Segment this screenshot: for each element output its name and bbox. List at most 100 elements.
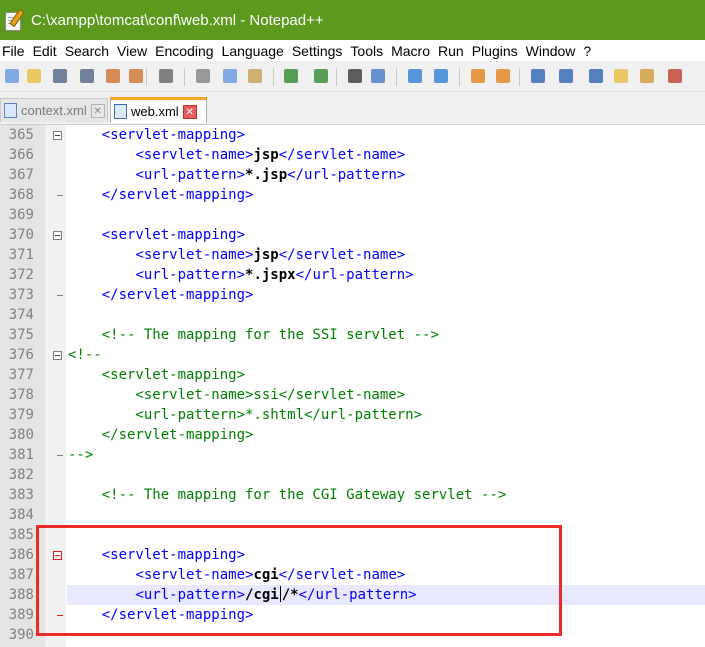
line-number: 372 [8,267,34,283]
line-number: 368 [8,187,34,203]
menu-tools[interactable]: Tools [348,43,388,59]
menu-bar: File Edit Search View Encoding Language Settin… [0,40,705,61]
copy-icon[interactable] [221,67,239,85]
tab-context-xml[interactable]: context.xml ✕ [0,98,108,122]
fold-toggle-icon[interactable] [53,351,62,360]
line-number: 385 [8,527,34,543]
document-map-icon[interactable] [638,67,656,85]
line-number: 384 [8,507,34,523]
line-number: 387 [8,567,34,583]
code-line[interactable]: <servlet-name>jsp</servlet-name> [68,145,405,165]
open-file-icon[interactable] [25,67,43,85]
code-line[interactable]: </servlet-mapping> [68,425,254,445]
code-line[interactable]: <url-pattern>*.jsp</url-pattern> [68,165,405,185]
menu-macro[interactable]: Macro [389,43,435,59]
line-number: 390 [8,627,34,643]
line-number: 378 [8,387,34,403]
replace-icon[interactable] [369,67,387,85]
tab-close-icon[interactable]: ✕ [182,104,197,119]
menu-run[interactable]: Run [436,43,469,59]
line-number: 386 [8,547,34,563]
code-line[interactable]: <url-pattern>*.shtml</url-pattern> [68,405,422,425]
line-number: 382 [8,467,34,483]
menu-view[interactable]: View [115,43,152,59]
code-line[interactable]: <!-- The mapping for the CGI Gateway ser… [68,485,507,505]
fold-toggle-icon[interactable] [53,231,62,240]
line-number: 383 [8,487,34,503]
line-number: 374 [8,307,34,323]
line-number: 366 [8,147,34,163]
paste-icon[interactable] [246,67,264,85]
line-number: 389 [8,607,34,623]
toolbar-separator [146,68,147,86]
fold-end-marker [57,195,63,196]
folder-as-workspace-icon[interactable] [612,67,630,85]
toolbar-separator [459,68,460,86]
zoom-out-icon[interactable] [432,67,450,85]
close-icon[interactable] [104,67,122,85]
line-number: 375 [8,327,34,343]
line-number: 379 [8,407,34,423]
sync-vertical-icon[interactable] [469,67,487,85]
indent-guide-icon[interactable] [587,67,605,85]
menu-language[interactable]: Language [220,43,289,59]
toolbar-separator [519,68,520,86]
tab-label: context.xml [21,103,87,118]
menu-edit[interactable]: Edit [31,43,62,59]
fold-toggle-icon[interactable] [53,131,62,140]
show-all-chars-icon[interactable] [557,67,575,85]
word-wrap-icon[interactable] [529,67,547,85]
menu-window[interactable]: Window [524,43,581,59]
code-line[interactable]: </servlet-mapping> [68,285,254,305]
line-number: 369 [8,207,34,223]
save-icon[interactable] [51,67,69,85]
line-number: 388 [8,587,34,603]
find-icon[interactable] [346,67,364,85]
toolbar-separator [336,68,337,86]
line-number: 381 [8,447,34,463]
highlight-annotation-box [36,525,562,636]
code-line[interactable]: <servlet-name>ssi</servlet-name> [68,385,405,405]
menu-encoding[interactable]: Encoding [153,43,218,59]
menu-plugins[interactable]: Plugins [470,43,523,59]
fold-end-marker [57,295,63,296]
code-line[interactable]: --> [68,445,93,465]
toolbar-separator [184,68,185,86]
function-list-icon[interactable] [666,67,684,85]
code-line[interactable]: <servlet-mapping> [68,125,245,145]
xml-file-icon [4,103,17,118]
undo-icon[interactable] [282,67,300,85]
toolbar-separator [396,68,397,86]
cut-icon[interactable] [194,67,212,85]
code-line[interactable]: </servlet-mapping> [68,185,254,205]
menu-file[interactable]: File [0,43,30,59]
menu-help[interactable]: ? [581,43,596,59]
tab-close-icon[interactable]: ✕ [90,103,105,118]
notepad-plus-plus-icon[interactable] [4,8,25,31]
xml-file-icon [114,104,127,119]
tab-label: web.xml [131,104,179,119]
menu-settings[interactable]: Settings [290,43,348,59]
close-all-icon[interactable] [127,67,145,85]
code-line[interactable]: <url-pattern>*.jspx</url-pattern> [68,265,413,285]
fold-end-marker [57,455,63,456]
zoom-in-icon[interactable] [406,67,424,85]
toolbar [0,61,705,92]
window-title: C:\xampp\tomcat\conf\web.xml - Notepad++ [31,11,324,29]
code-line[interactable]: <!-- [68,345,102,365]
code-line[interactable]: <!-- The mapping for the SSI servlet --> [68,325,439,345]
sync-horizontal-icon[interactable] [494,67,512,85]
line-number: 376 [8,347,34,363]
print-icon[interactable] [157,67,175,85]
redo-icon[interactable] [312,67,330,85]
tab-web-xml[interactable]: web.xml ✕ [110,97,207,123]
menu-search[interactable]: Search [63,43,114,59]
save-all-icon[interactable] [78,67,96,85]
code-line[interactable]: <servlet-mapping> [68,225,245,245]
line-number: 377 [8,367,34,383]
code-line[interactable]: <servlet-mapping> [68,365,245,385]
code-line[interactable]: <servlet-name>jsp</servlet-name> [68,245,405,265]
new-file-icon[interactable] [3,67,21,85]
line-number: 371 [8,247,34,263]
line-number: 365 [8,127,34,143]
